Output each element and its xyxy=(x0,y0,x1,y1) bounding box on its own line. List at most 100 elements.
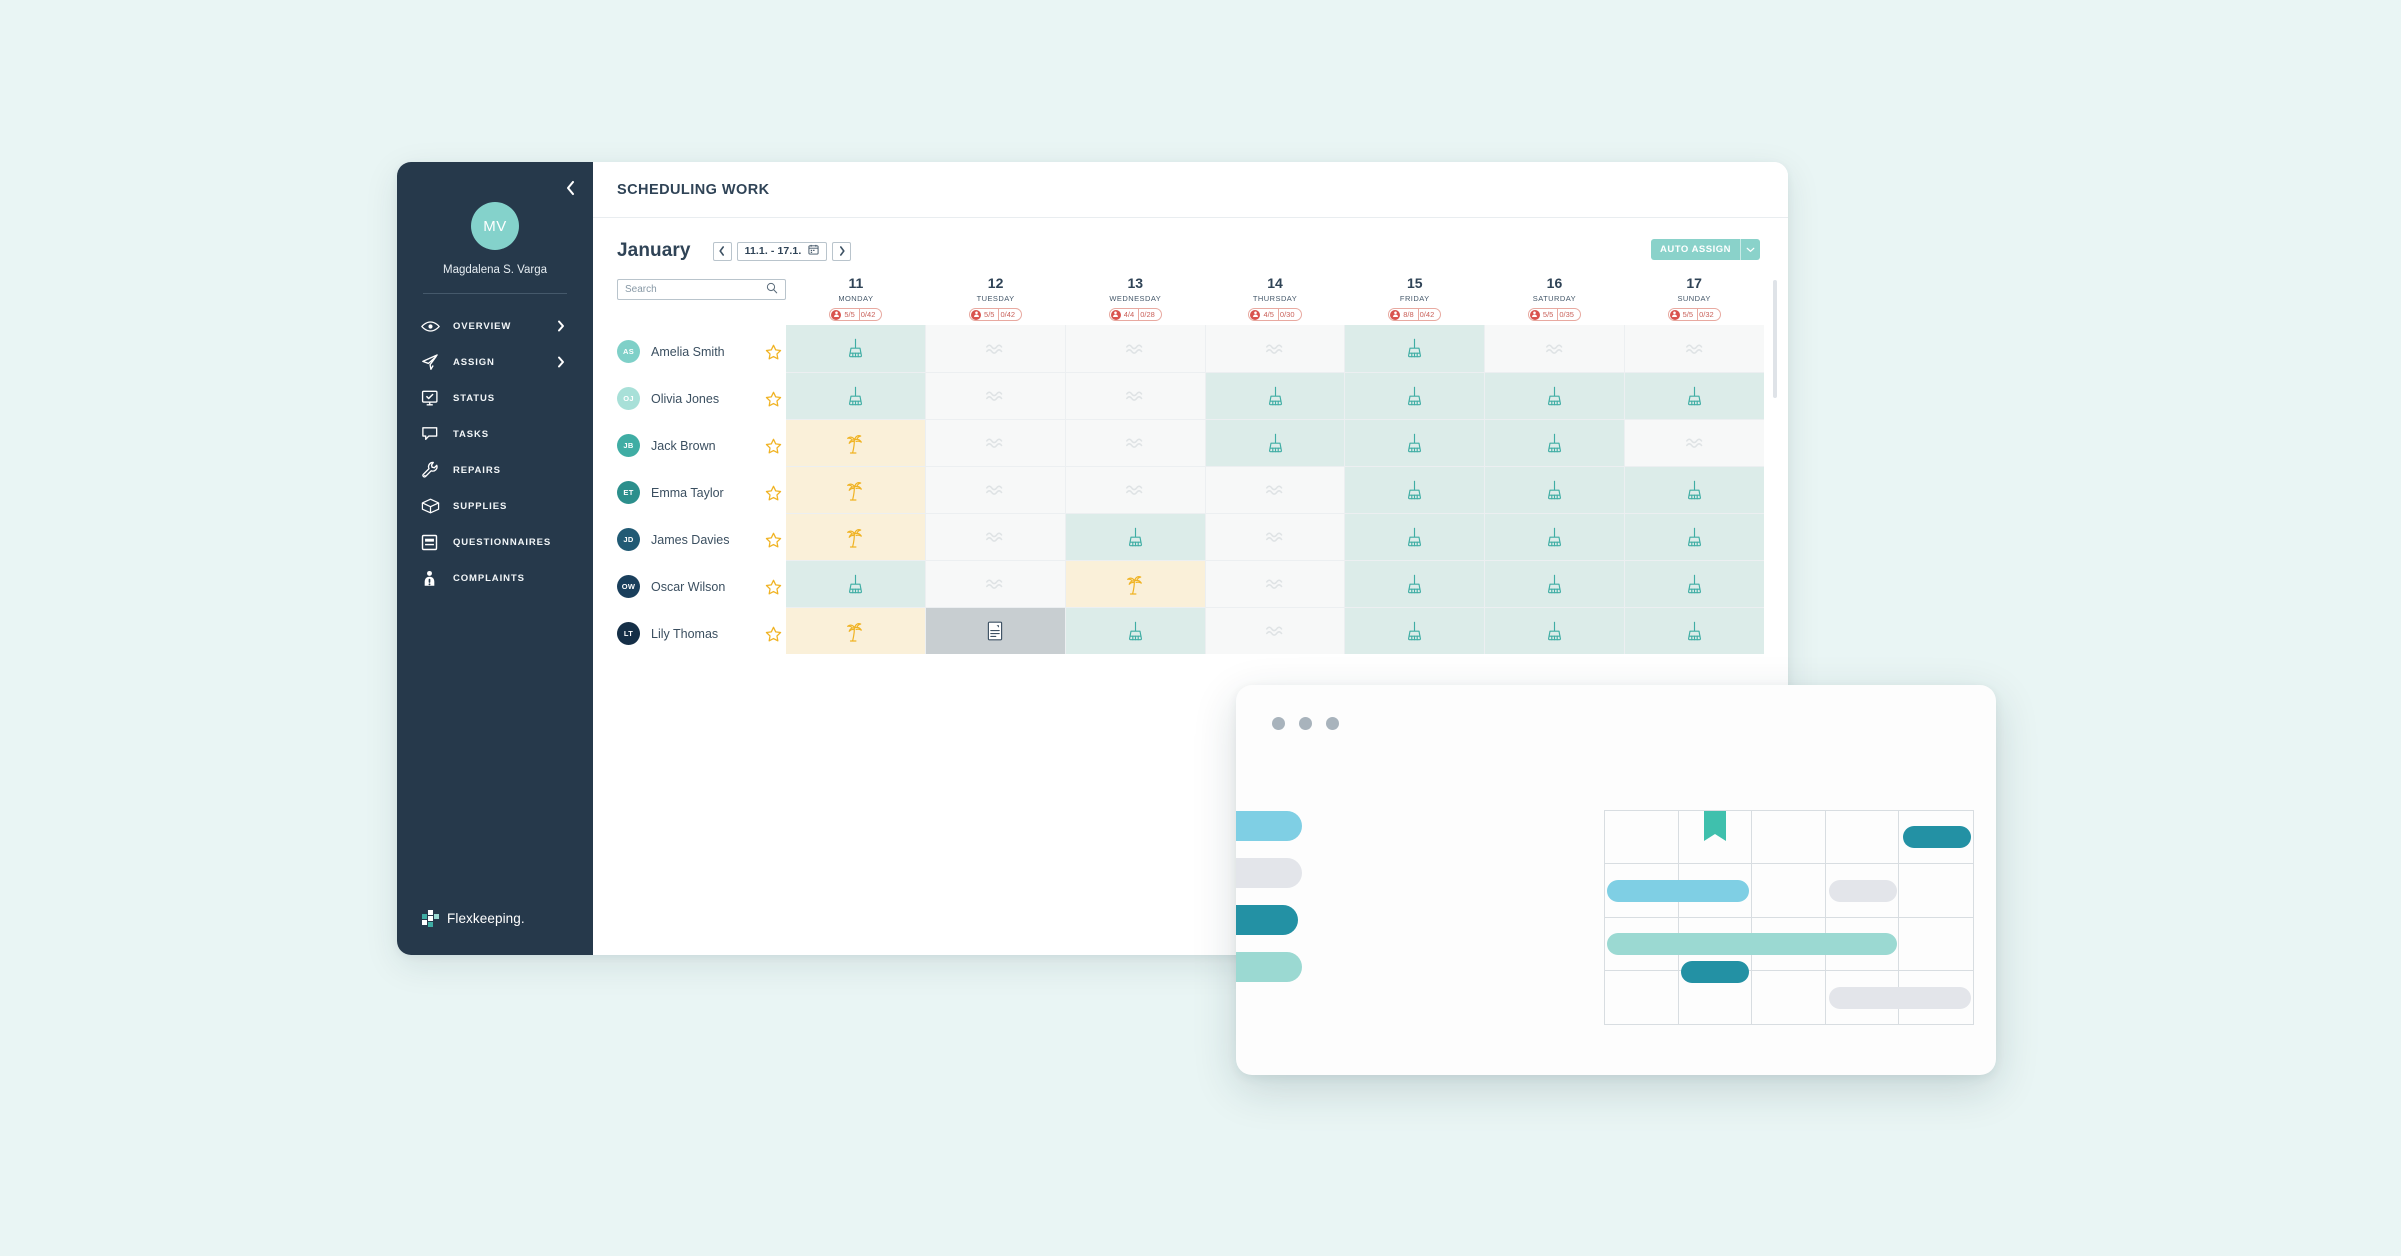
day-status-badge[interactable]: 4/5 0/30 xyxy=(1248,308,1302,321)
search-input[interactable] xyxy=(625,284,766,295)
schedule-cell-note[interactable] xyxy=(925,607,1066,654)
favorite-star-icon[interactable] xyxy=(765,532,782,548)
day-header[interactable]: 16 SATURDAY 5/5 0/35 xyxy=(1485,276,1625,325)
schedule-cell-vac[interactable] xyxy=(786,466,926,513)
person-row[interactable]: LT Lily Thomas xyxy=(617,610,786,657)
schedule-cell-off[interactable] xyxy=(1065,419,1206,466)
schedule-cell-work[interactable] xyxy=(1485,419,1626,466)
sidebar-item-supplies[interactable]: SUPPLIES xyxy=(397,488,593,524)
day-header[interactable]: 12 TUESDAY 5/5 0/42 xyxy=(926,276,1066,325)
schedule-cell-off[interactable] xyxy=(1205,513,1346,560)
day-status-badge[interactable]: 5/5 0/42 xyxy=(969,308,1023,321)
sidebar-item-assign[interactable]: ASSIGN xyxy=(397,344,593,380)
schedule-cell-work[interactable] xyxy=(1625,513,1765,560)
schedule-cell-work[interactable] xyxy=(1345,513,1486,560)
next-week-button[interactable] xyxy=(832,241,852,261)
schedule-cell-vac[interactable] xyxy=(786,419,926,466)
day-header[interactable]: 15 FRIDAY 8/8 0/42 xyxy=(1345,276,1485,325)
sidebar-item-tasks[interactable]: TASKS xyxy=(397,416,593,452)
schedule-cell-work[interactable] xyxy=(786,325,926,372)
schedule-cell-off[interactable] xyxy=(1205,325,1346,372)
schedule-cell-work[interactable] xyxy=(1625,372,1765,419)
schedule-cell-work[interactable] xyxy=(1345,325,1486,372)
prev-week-button[interactable] xyxy=(712,241,732,261)
schedule-cell-off[interactable] xyxy=(925,513,1066,560)
schedule-cell-work[interactable] xyxy=(1065,607,1206,654)
schedule-cell-vac[interactable] xyxy=(786,513,926,560)
favorite-star-icon[interactable] xyxy=(765,485,782,501)
person-row[interactable]: ET Emma Taylor xyxy=(617,469,786,516)
person-row[interactable]: OJ Olivia Jones xyxy=(617,375,786,422)
sidebar-item-overview[interactable]: OVERVIEW xyxy=(397,308,593,344)
schedule-cell-work[interactable] xyxy=(1485,372,1626,419)
schedule-cell-work[interactable] xyxy=(1485,513,1626,560)
schedule-cell-off[interactable] xyxy=(1485,325,1626,372)
schedule-cell-work[interactable] xyxy=(1205,419,1346,466)
favorite-star-icon[interactable] xyxy=(765,579,782,595)
person-row[interactable]: JB Jack Brown xyxy=(617,422,786,469)
day-status-badge[interactable]: 5/5 0/32 xyxy=(1667,308,1721,321)
schedule-cell-work[interactable] xyxy=(1205,372,1346,419)
schedule-cell-work[interactable] xyxy=(1345,560,1486,607)
schedule-cell-work[interactable] xyxy=(1625,560,1765,607)
sidebar-item-questionnaires[interactable]: QUESTIONNAIRES xyxy=(397,524,593,560)
schedule-cell-off[interactable] xyxy=(925,560,1066,607)
favorite-star-icon[interactable] xyxy=(765,344,782,360)
day-status-badge[interactable]: 4/4 0/28 xyxy=(1108,308,1162,321)
person-row[interactable]: JD James Davies xyxy=(617,516,786,563)
date-range-picker[interactable]: 11.1. - 17.1. xyxy=(736,241,828,261)
schedule-cell-work[interactable] xyxy=(1485,607,1626,654)
schedule-cell-work[interactable] xyxy=(1345,372,1486,419)
search-icon[interactable] xyxy=(766,281,778,299)
person-row[interactable]: AS Amelia Smith xyxy=(617,328,786,375)
schedule-cell-off[interactable] xyxy=(1065,372,1206,419)
schedule-cell-off[interactable] xyxy=(1205,466,1346,513)
schedule-cell-work[interactable] xyxy=(1625,466,1765,513)
schedule-cell-off[interactable] xyxy=(1065,466,1206,513)
sidebar-collapse-button[interactable] xyxy=(561,179,579,197)
schedule-cell-off[interactable] xyxy=(1065,325,1206,372)
favorite-star-icon[interactable] xyxy=(765,391,782,407)
chevron-down-icon[interactable] xyxy=(1740,239,1760,260)
schedule-cell-work[interactable] xyxy=(1625,607,1765,654)
schedule-cell-work[interactable] xyxy=(1345,466,1486,513)
minimize-dot-icon[interactable] xyxy=(1299,717,1312,730)
schedule-cell-off[interactable] xyxy=(925,372,1066,419)
auto-assign-button[interactable]: AUTO ASSIGN xyxy=(1651,239,1760,260)
favorite-star-icon[interactable] xyxy=(765,626,782,642)
schedule-cell-off[interactable] xyxy=(1205,560,1346,607)
schedule-cell-off[interactable] xyxy=(1625,325,1765,372)
schedule-cell-vac[interactable] xyxy=(786,607,926,654)
day-header[interactable]: 17 SUNDAY 5/5 0/32 xyxy=(1624,276,1764,325)
schedule-cell-off[interactable] xyxy=(925,325,1066,372)
day-status-badge[interactable]: 5/5 0/35 xyxy=(1527,308,1581,321)
calendar-scrollbar-thumb[interactable] xyxy=(1773,280,1777,398)
user-name: Magdalena S. Varga xyxy=(443,264,547,276)
schedule-cell-off[interactable] xyxy=(1625,419,1765,466)
user-avatar[interactable]: MV xyxy=(397,202,593,250)
favorite-star-icon[interactable] xyxy=(765,438,782,454)
day-status-badge[interactable]: 5/5 0/42 xyxy=(829,308,883,321)
sidebar-item-status[interactable]: STATUS xyxy=(397,380,593,416)
day-header[interactable]: 14 THURSDAY 4/5 0/30 xyxy=(1205,276,1345,325)
schedule-cell-off[interactable] xyxy=(1205,607,1346,654)
search-input-wrapper[interactable] xyxy=(617,279,786,300)
day-header[interactable]: 13 WEDNESDAY 4/4 0/28 xyxy=(1065,276,1205,325)
day-status-badge[interactable]: 8/8 0/42 xyxy=(1388,308,1442,321)
schedule-cell-work[interactable] xyxy=(1065,513,1206,560)
schedule-cell-work[interactable] xyxy=(786,560,926,607)
schedule-cell-work[interactable] xyxy=(1345,607,1486,654)
schedule-cell-work[interactable] xyxy=(1485,466,1626,513)
sidebar-item-repairs[interactable]: REPAIRS xyxy=(397,452,593,488)
close-dot-icon[interactable] xyxy=(1272,717,1285,730)
day-header[interactable]: 11 MONDAY 5/5 0/42 xyxy=(786,276,926,325)
schedule-cell-work[interactable] xyxy=(1345,419,1486,466)
schedule-cell-vac[interactable] xyxy=(1065,560,1206,607)
maximize-dot-icon[interactable] xyxy=(1326,717,1339,730)
schedule-cell-work[interactable] xyxy=(1485,560,1626,607)
sidebar-item-complaints[interactable]: COMPLAINTS xyxy=(397,560,593,596)
schedule-cell-off[interactable] xyxy=(925,466,1066,513)
schedule-cell-work[interactable] xyxy=(786,372,926,419)
schedule-cell-off[interactable] xyxy=(925,419,1066,466)
person-row[interactable]: OW Oscar Wilson xyxy=(617,563,786,610)
